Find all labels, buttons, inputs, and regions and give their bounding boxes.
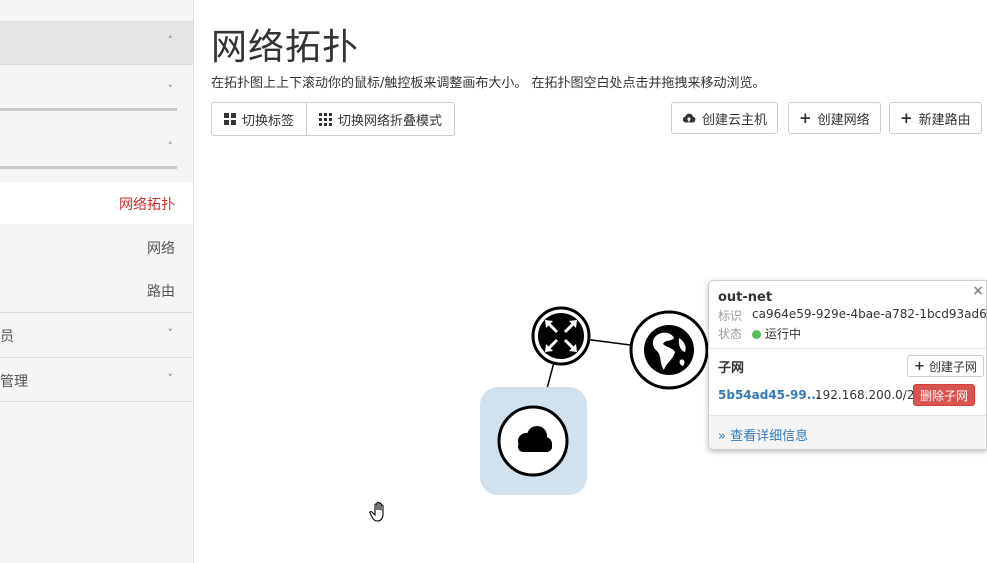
toggle-collapse-label: 切换网络折叠模式 xyxy=(338,113,443,129)
network-name: out-net xyxy=(718,290,773,305)
sidebar-subsection-network[interactable]: ˄ xyxy=(0,124,193,168)
chevron-down-icon: ˅ xyxy=(167,327,174,340)
sidebar-item-routers[interactable]: 路由 xyxy=(0,269,193,311)
sidebar-item-label: 管理 xyxy=(0,374,28,390)
create-network-label: 创建网络 xyxy=(817,112,870,128)
globe-icon xyxy=(644,325,694,375)
status-label: 状态 xyxy=(718,327,743,341)
toggle-collapse-button[interactable]: 切换网络折叠模式 xyxy=(307,102,456,136)
subnet-link[interactable]: 5b54ad45-99... xyxy=(718,388,820,402)
sidebar: ˄ ˅ ˄ 网络拓扑 网络 路由 员 ˅ 管理 ˅ xyxy=(0,0,194,563)
popup-footer: » 查看详细信息 xyxy=(709,415,986,449)
sidebar-section-members[interactable]: 员 ˅ xyxy=(0,313,193,357)
popup-divider xyxy=(709,348,986,349)
plus-icon: + xyxy=(914,358,925,374)
id-label: 标识 xyxy=(718,309,743,323)
sidebar-divider xyxy=(0,108,177,111)
router-icon xyxy=(538,313,584,359)
sidebar-item-label: 网络 xyxy=(147,241,175,257)
sidebar-subsection[interactable]: ˅ xyxy=(0,66,193,110)
sidebar-section-header[interactable]: ˄ xyxy=(0,21,193,65)
sidebar-item-label: 网络拓扑 xyxy=(119,197,175,213)
view-details-link[interactable]: » 查看详细信息 xyxy=(718,425,808,444)
hand-cursor-icon xyxy=(369,501,384,522)
network-detail-popup: × out-net 标识 ca964e59-929e-4bae-a782-1bc… xyxy=(708,280,987,450)
sidebar-item-label: 路由 xyxy=(147,284,175,300)
create-network-button[interactable]: + 创建网络 xyxy=(788,102,881,134)
create-router-label: 新建路由 xyxy=(918,112,971,128)
delete-subnet-button[interactable]: 删除子网 xyxy=(913,384,976,406)
network-node[interactable] xyxy=(629,310,709,390)
status-text: 运行中 xyxy=(765,327,802,341)
create-instance-button[interactable]: 创建云主机 xyxy=(671,102,779,134)
status-active-icon xyxy=(752,330,761,339)
create-subnet-label: 创建子网 xyxy=(928,359,977,374)
page-title: 网络拓扑 xyxy=(211,27,360,68)
create-router-button[interactable]: + 新建路由 xyxy=(889,102,982,134)
page-description: 在拓扑图上上下滚动你的鼠标/触控板来调整画布大小。 在拓扑图空白处点击并拖拽来移… xyxy=(211,76,766,91)
th-icon xyxy=(319,112,333,126)
plus-icon: + xyxy=(900,108,913,127)
plus-icon: + xyxy=(799,108,812,127)
view-toggle-group: 切换标签 切换网络折叠模式 xyxy=(211,102,456,136)
subnet-heading: 子网 xyxy=(718,361,745,376)
close-icon[interactable]: × xyxy=(972,283,984,299)
chevron-up-icon: ˄ xyxy=(167,140,174,153)
sidebar-item-label: 员 xyxy=(0,329,14,345)
sidebar-divider xyxy=(0,401,193,402)
subnet-cidr: 192.168.200.0/24 xyxy=(815,388,923,402)
chevron-down-icon: ˅ xyxy=(167,372,174,385)
cloud-upload-icon xyxy=(682,113,696,123)
th-large-icon xyxy=(224,113,236,125)
toggle-labels-button[interactable]: 切换标签 xyxy=(211,102,308,136)
sidebar-item-networks[interactable]: 网络 xyxy=(0,226,193,268)
delete-subnet-label: 删除子网 xyxy=(920,388,969,403)
sidebar-item-network-topology[interactable]: 网络拓扑 xyxy=(0,182,193,224)
sidebar-divider xyxy=(0,166,177,169)
create-subnet-button[interactable]: + 创建子网 xyxy=(907,355,984,377)
id-value: ca964e59-929e-4bae-a782-1bcd93ad6406 xyxy=(752,307,987,321)
router-node[interactable] xyxy=(531,306,591,366)
create-instance-label: 创建云主机 xyxy=(702,112,768,128)
status-value: 运行中 xyxy=(752,325,801,342)
chevron-up-icon: ˄ xyxy=(167,34,174,47)
toggle-labels-label: 切换标签 xyxy=(242,113,295,129)
sidebar-section-management[interactable]: 管理 ˅ xyxy=(0,358,193,402)
chevron-down-icon: ˅ xyxy=(167,83,174,96)
instance-node[interactable] xyxy=(480,387,587,495)
